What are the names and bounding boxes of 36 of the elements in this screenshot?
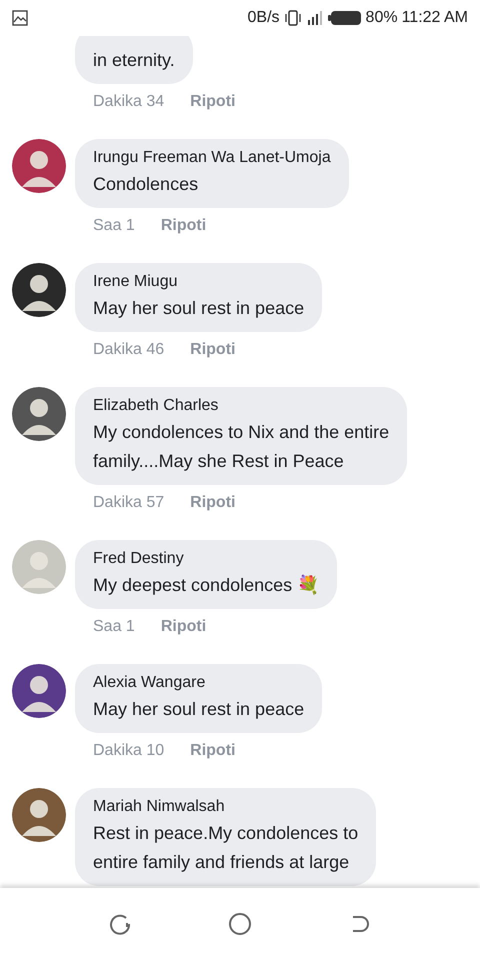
recent-apps-icon[interactable]	[108, 913, 131, 935]
avatar	[12, 540, 66, 594]
signal-icon	[306, 9, 324, 27]
battery-percent: 80%	[366, 9, 398, 27]
comment-text: family....May she Rest in Peace	[93, 450, 345, 473]
home-icon[interactable]	[228, 912, 252, 936]
comment-time: Saa 1	[93, 217, 135, 235]
avatar	[12, 387, 66, 441]
avatar	[12, 788, 66, 842]
comment-text: entire family and friends at large	[93, 851, 350, 874]
image-icon	[12, 10, 28, 26]
comment-time: Dakika 57	[93, 494, 164, 512]
clock: 11:22 AM	[402, 9, 468, 27]
comment-text: Rest in peace.My condolences to	[93, 822, 358, 845]
comment-author[interactable]: Alexia Wangare	[93, 674, 304, 692]
comment-text: May her soul rest in peace	[93, 698, 304, 721]
comment-text: My condolences to Nix and the entire	[93, 421, 390, 444]
comment-time: Dakika 34	[93, 93, 164, 111]
vibrate-icon	[284, 9, 302, 27]
network-speed: 0B/s	[248, 9, 280, 27]
comment-text: in eternity.	[93, 49, 175, 72]
comment-author[interactable]: Mariah Nimwalsah	[93, 798, 358, 816]
comment-author[interactable]: Irene Miugu	[93, 273, 304, 291]
avatar	[12, 139, 66, 193]
battery-icon	[328, 10, 362, 26]
comment-author[interactable]: Fred Destiny	[93, 550, 320, 568]
comment-time: Dakika 10	[93, 742, 164, 760]
avatar	[12, 263, 66, 317]
comment-text: Condolences	[93, 173, 200, 196]
comment-author[interactable]: Irungu Freeman Wa Lanet-Umoja	[93, 149, 331, 167]
comment-author[interactable]: Elizabeth Charles	[93, 397, 390, 415]
comment-text: My deepest condolences 💐	[93, 574, 320, 597]
comment-time: Saa 1	[93, 618, 135, 636]
comment-time: Dakika 46	[93, 341, 164, 359]
avatar	[12, 664, 66, 718]
comment-text: May her soul rest in peace	[93, 297, 304, 320]
